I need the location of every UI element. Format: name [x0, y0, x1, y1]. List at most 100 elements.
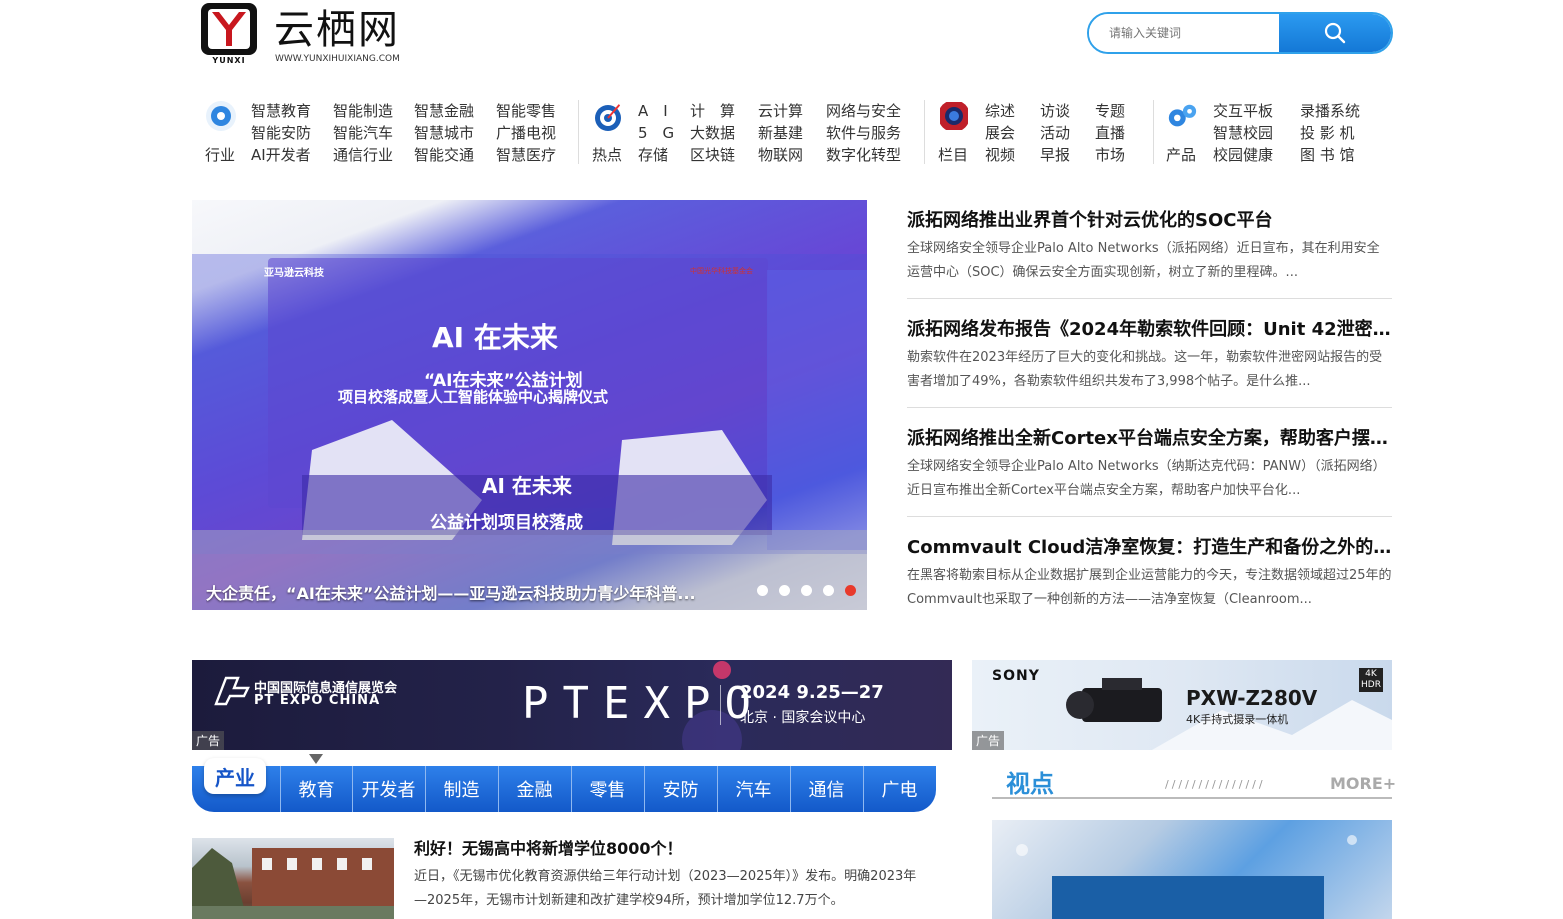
nav-link[interactable]: 校园健康: [1213, 144, 1273, 166]
news-item: 派拓网络推出业界首个针对云优化的SOC平台 全球网络安全领导企业Palo Alt…: [907, 209, 1392, 285]
nav-link[interactable]: 网络与安全: [826, 100, 901, 122]
carousel-dot[interactable]: [757, 585, 768, 596]
tab-finance[interactable]: 金融: [498, 766, 570, 812]
nav-link[interactable]: 智慧校园: [1213, 122, 1273, 144]
site-logo[interactable]: [201, 3, 257, 55]
nav-category-label[interactable]: 产品: [1166, 144, 1198, 165]
nav-link[interactable]: 访谈: [1040, 100, 1070, 122]
ad-sony-badge: 4K HDR: [1359, 668, 1383, 692]
carousel-dot[interactable]: [823, 585, 834, 596]
nav-industry-col-1: 智慧教育 智能安防 AI开发者: [251, 100, 311, 166]
ad-banner-sony[interactable]: SONY PXW-Z280V 4K手持式摄录一体机 4K HDR 广告: [972, 660, 1392, 750]
nav-category-label[interactable]: 热点: [592, 144, 624, 165]
nav-link[interactable]: 云计算: [758, 100, 803, 122]
news-title[interactable]: 派拓网络发布报告《2024年勒索软件回顾：Unit 42泄密网站分析》: [907, 318, 1392, 342]
nav-link[interactable]: 大数据: [690, 122, 735, 144]
nav-link[interactable]: 活动: [1040, 122, 1070, 144]
nav-link[interactable]: 广播电视: [496, 122, 556, 144]
tab-telecom[interactable]: 通信: [790, 766, 862, 812]
nav-link[interactable]: 视频: [985, 144, 1015, 166]
ad-tag: 广告: [192, 731, 225, 750]
news-desc: 全球网络安全领导企业Palo Alto Networks（纳斯达克代码：PANW…: [907, 459, 1386, 498]
nav-link[interactable]: 智能制造: [333, 100, 393, 122]
nav-category-label[interactable]: 行业: [205, 144, 237, 165]
article-photo: [192, 848, 394, 919]
news-title[interactable]: Commvault Cloud洁净室恢复：打造生产和备份之外的第三种环境: [907, 536, 1392, 560]
nav-industry-col-2: 智能制造 智能汽车 通信行业: [333, 100, 393, 166]
nav-column-col-1: 综述 展会 视频: [985, 100, 1015, 166]
nav-hot-col-3: 云计算 新基建 物联网: [758, 100, 803, 166]
nav-link[interactable]: 智能汽车: [333, 122, 393, 144]
nav-column-col-2: 访谈 活动 早报: [1040, 100, 1070, 166]
search-input[interactable]: [1089, 14, 1279, 52]
nav-hot-col-4: 网络与安全 软件与服务 数字化转型: [826, 100, 901, 166]
nav-category-label[interactable]: 栏目: [938, 144, 970, 165]
article-thumbnail[interactable]: [192, 838, 394, 919]
nav-link[interactable]: 综述: [985, 100, 1015, 122]
viewpoint-more-link[interactable]: MORE+: [1330, 774, 1396, 793]
nav-link[interactable]: 软件与服务: [826, 122, 901, 144]
site-name[interactable]: 云栖网: [274, 5, 400, 55]
nav-link[interactable]: 智慧金融: [414, 100, 474, 122]
nav-link[interactable]: 智能交通: [414, 144, 474, 166]
nav-link[interactable]: A I: [638, 100, 674, 122]
nav-link[interactable]: 智能零售: [496, 100, 556, 122]
nav-link[interactable]: 数字化转型: [826, 144, 901, 166]
nav-link[interactable]: 智能安防: [251, 122, 311, 144]
viewpoint-image[interactable]: [992, 820, 1392, 919]
tab-manufacturing[interactable]: 制造: [425, 766, 497, 812]
ad-expo-en: PT EXPO CHINA: [254, 693, 381, 708]
tab-retail[interactable]: 零售: [571, 766, 643, 812]
nav-link[interactable]: 交互平板: [1213, 100, 1273, 122]
nav-link[interactable]: 专题: [1095, 100, 1125, 122]
article-title[interactable]: 利好！无锡高中将新增学位8000个！: [414, 835, 683, 859]
news-title[interactable]: 派拓网络推出业界首个针对云优化的SOC平台: [907, 209, 1392, 233]
tab-automotive[interactable]: 汽车: [717, 766, 789, 812]
search-button[interactable]: [1279, 14, 1391, 52]
site-url: WWW.YUNXIHUIXIANG.COM: [275, 54, 400, 64]
ad-expo-place: 北京 · 国家会议中心: [740, 710, 866, 726]
news-title[interactable]: 派拓网络推出全新Cortex平台端点安全方案，帮助客户摆脱传统防护: [907, 427, 1392, 451]
viewpoint-underline: [992, 797, 1392, 799]
caret-down-icon: [309, 754, 323, 764]
news-item: Commvault Cloud洁净室恢复：打造生产和备份之外的第三种环境 在黑客…: [907, 536, 1392, 612]
nav-link[interactable]: 存储: [638, 144, 674, 166]
nav-product-col-1: 交互平板 智慧校园 校园健康: [1213, 100, 1273, 166]
news-item: 派拓网络发布报告《2024年勒索软件回顾：Unit 42泄密网站分析》 勒索软件…: [907, 318, 1392, 394]
search-box: [1087, 12, 1393, 54]
tab-industry-active[interactable]: 产业: [204, 758, 266, 794]
nav-link[interactable]: 新基建: [758, 122, 803, 144]
carousel-dot-active[interactable]: [845, 585, 856, 596]
nav-link[interactable]: 智慧城市: [414, 122, 474, 144]
ad-sony-brand: SONY: [992, 668, 1040, 684]
ad-banner-ptexpo[interactable]: 中国国际信息通信展览会 PT EXPO CHINA PTEXPO 2024 9.…: [192, 660, 952, 750]
nav-link[interactable]: 图 书 馆: [1300, 144, 1360, 166]
tab-education[interactable]: 教育: [280, 766, 352, 812]
news-desc: 全球网络安全领导企业Palo Alto Networks（派拓网络）近日宣布，其…: [907, 241, 1380, 280]
nav-link[interactable]: 智慧教育: [251, 100, 311, 122]
hero-caption[interactable]: 大企责任，“AI在未来”公益计划——亚马逊云科技助力青少年科普...: [206, 580, 726, 604]
nav-link[interactable]: 通信行业: [333, 144, 393, 166]
tab-security[interactable]: 安防: [644, 766, 716, 812]
nav-link[interactable]: 区块链: [690, 144, 735, 166]
nav-link[interactable]: 计 算: [690, 100, 735, 122]
tab-developer[interactable]: 开发者: [352, 766, 424, 812]
nav-link[interactable]: 展会: [985, 122, 1015, 144]
carousel-dot[interactable]: [779, 585, 790, 596]
nav-link[interactable]: 早报: [1040, 144, 1070, 166]
nav-link[interactable]: 录播系统: [1300, 100, 1360, 122]
nav-link[interactable]: 市场: [1095, 144, 1125, 166]
news-divider: [907, 407, 1392, 408]
nav-industry: 行业: [205, 100, 237, 165]
nav-divider: [924, 100, 925, 164]
nav-link[interactable]: 5 G: [638, 122, 674, 144]
nav-link[interactable]: 智慧医疗: [496, 144, 556, 166]
news-divider: [907, 298, 1392, 299]
hero-carousel-slide[interactable]: 亚马逊云科技 中国光华科技基金会 AI 在未来 “AI在未来”公益计划 项目校落…: [192, 200, 867, 610]
carousel-dot[interactable]: [801, 585, 812, 596]
tab-broadcast[interactable]: 广电: [863, 766, 935, 812]
nav-link[interactable]: 物联网: [758, 144, 803, 166]
nav-link[interactable]: 投 影 机: [1300, 122, 1360, 144]
nav-link[interactable]: AI开发者: [251, 144, 311, 166]
nav-link[interactable]: 直播: [1095, 122, 1125, 144]
